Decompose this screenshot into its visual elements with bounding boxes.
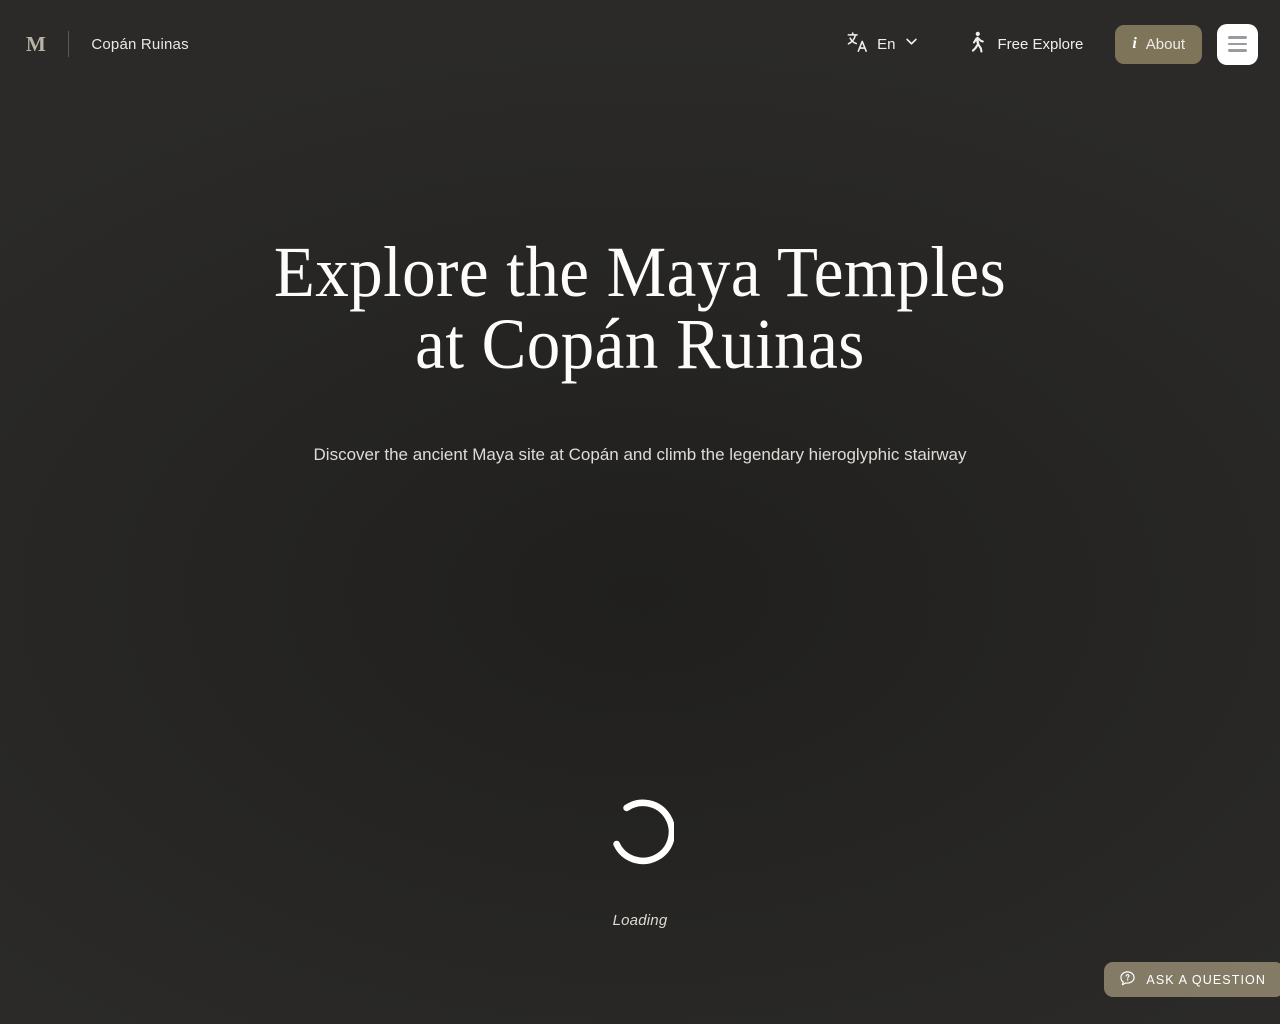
brand[interactable]: M Copán Ruinas bbox=[26, 31, 189, 57]
about-button[interactable]: i About bbox=[1115, 24, 1202, 64]
about-label: About bbox=[1145, 35, 1185, 53]
question-bubble-icon bbox=[1119, 970, 1136, 990]
ask-a-question-label: ASK A QUESTION bbox=[1146, 972, 1266, 987]
hamburger-menu-icon bbox=[1228, 36, 1247, 39]
loading-label: Loading bbox=[612, 912, 668, 929]
translate-icon bbox=[846, 31, 868, 58]
free-explore-label: Free Explore bbox=[997, 35, 1084, 53]
hamburger-menu-icon-bar2 bbox=[1228, 42, 1247, 46]
site-header: M Copán Ruinas En Free Explore i About bbox=[0, 0, 1280, 88]
info-icon: i bbox=[1132, 35, 1137, 52]
language-value: En bbox=[877, 35, 896, 53]
free-explore-button[interactable]: Free Explore bbox=[957, 23, 1093, 66]
logo-mark: M bbox=[26, 31, 47, 56]
language-selector[interactable]: En bbox=[836, 23, 929, 66]
site-name: Copán Ruinas bbox=[91, 35, 189, 53]
walking-person-icon bbox=[967, 31, 986, 58]
ask-a-question-button[interactable]: ASK A QUESTION bbox=[1104, 962, 1280, 997]
hamburger-menu-icon-bar3 bbox=[1228, 49, 1247, 52]
loading-indicator: Loading bbox=[0, 798, 1280, 929]
header-actions: En Free Explore i About bbox=[836, 23, 1258, 66]
page-title: Explore the Maya Temples at Copán Ruinas bbox=[273, 232, 1007, 384]
hamburger-menu-button[interactable] bbox=[1217, 23, 1258, 65]
hero-subtitle: Discover the ancient Maya site at Copán … bbox=[313, 445, 967, 464]
loading-spinner-icon bbox=[606, 798, 676, 866]
chevron-down-icon bbox=[904, 34, 919, 54]
